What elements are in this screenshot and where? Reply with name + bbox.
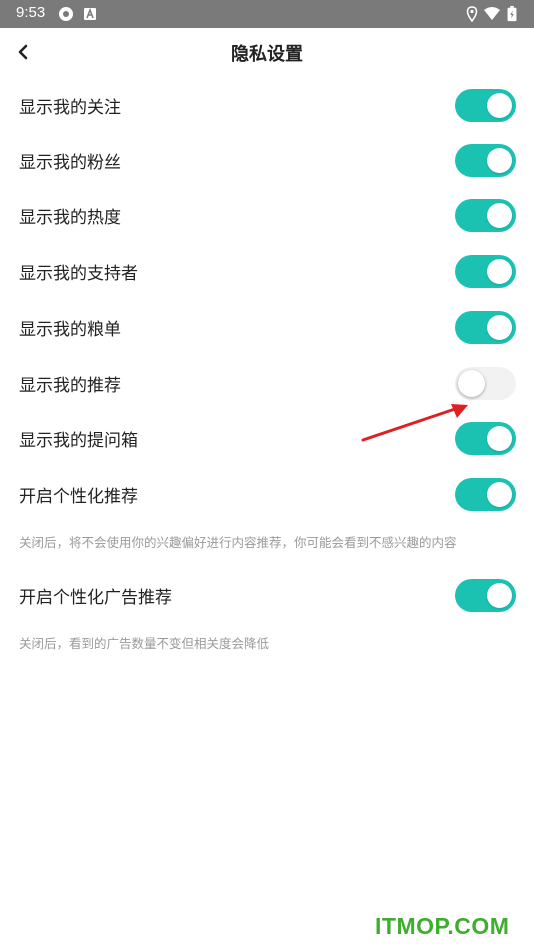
toggle-knob bbox=[487, 259, 512, 284]
toggle-switch-on[interactable] bbox=[455, 478, 516, 511]
setting-row-personalized-ads: 开启个性化广告推荐 bbox=[0, 570, 534, 618]
watermark: ITMOP.COM bbox=[375, 913, 510, 939]
toggle-switch-on[interactable] bbox=[455, 144, 516, 177]
toggle-switch-on[interactable] bbox=[455, 579, 516, 612]
setting-label: 显示我的热度 bbox=[19, 208, 121, 228]
toggle-knob bbox=[487, 148, 512, 173]
setting-label: 显示我的关注 bbox=[19, 98, 121, 118]
app-notification-icon bbox=[59, 7, 73, 21]
toggle-knob bbox=[487, 93, 512, 118]
setting-row-show-following: 显示我的关注 bbox=[0, 80, 534, 128]
setting-row-show-fans: 显示我的粉丝 bbox=[0, 135, 534, 183]
setting-label: 显示我的粮单 bbox=[19, 320, 121, 340]
setting-label: 显示我的提问箱 bbox=[19, 431, 138, 451]
setting-row-show-heat: 显示我的热度 bbox=[0, 190, 534, 238]
toggle-knob bbox=[487, 203, 512, 228]
annotation-arrow-icon bbox=[361, 404, 468, 442]
setting-description: 关闭后，将不会使用你的兴趣偏好进行内容推荐，你可能会看到不感兴趣的内容 bbox=[19, 535, 457, 550]
toggle-knob bbox=[487, 583, 512, 608]
toggle-knob bbox=[487, 482, 512, 507]
setting-description: 关闭后，看到的广告数量不变但相关度会降低 bbox=[19, 636, 270, 651]
toggle-switch-off[interactable] bbox=[455, 367, 516, 400]
toggle-switch-on[interactable] bbox=[455, 255, 516, 288]
status-bar: 9:53 bbox=[0, 0, 534, 28]
setting-row-show-supporters: 显示我的支持者 bbox=[0, 246, 534, 294]
toggle-switch-on[interactable] bbox=[455, 89, 516, 122]
header-bar: 隐私设置 bbox=[0, 28, 534, 76]
toggle-knob bbox=[487, 426, 512, 451]
battery-icon bbox=[507, 6, 517, 22]
setting-label: 显示我的推荐 bbox=[19, 376, 121, 396]
page-title: 隐私设置 bbox=[231, 44, 303, 65]
setting-label: 开启个性化广告推荐 bbox=[19, 588, 172, 608]
setting-label: 显示我的粉丝 bbox=[19, 153, 121, 173]
toggle-switch-on[interactable] bbox=[455, 311, 516, 344]
setting-label: 开启个性化推荐 bbox=[19, 487, 138, 507]
location-icon bbox=[466, 6, 478, 22]
toggle-knob bbox=[458, 370, 485, 397]
text-notification-icon bbox=[84, 8, 96, 20]
toggle-knob bbox=[487, 315, 512, 340]
status-time: 9:53 bbox=[16, 4, 46, 21]
wifi-icon bbox=[484, 7, 500, 20]
setting-row-personalized-recommend: 开启个性化推荐 bbox=[0, 469, 534, 517]
setting-label: 显示我的支持者 bbox=[19, 264, 138, 284]
setting-row-show-list: 显示我的粮单 bbox=[0, 302, 534, 350]
toggle-switch-on[interactable] bbox=[455, 199, 516, 232]
